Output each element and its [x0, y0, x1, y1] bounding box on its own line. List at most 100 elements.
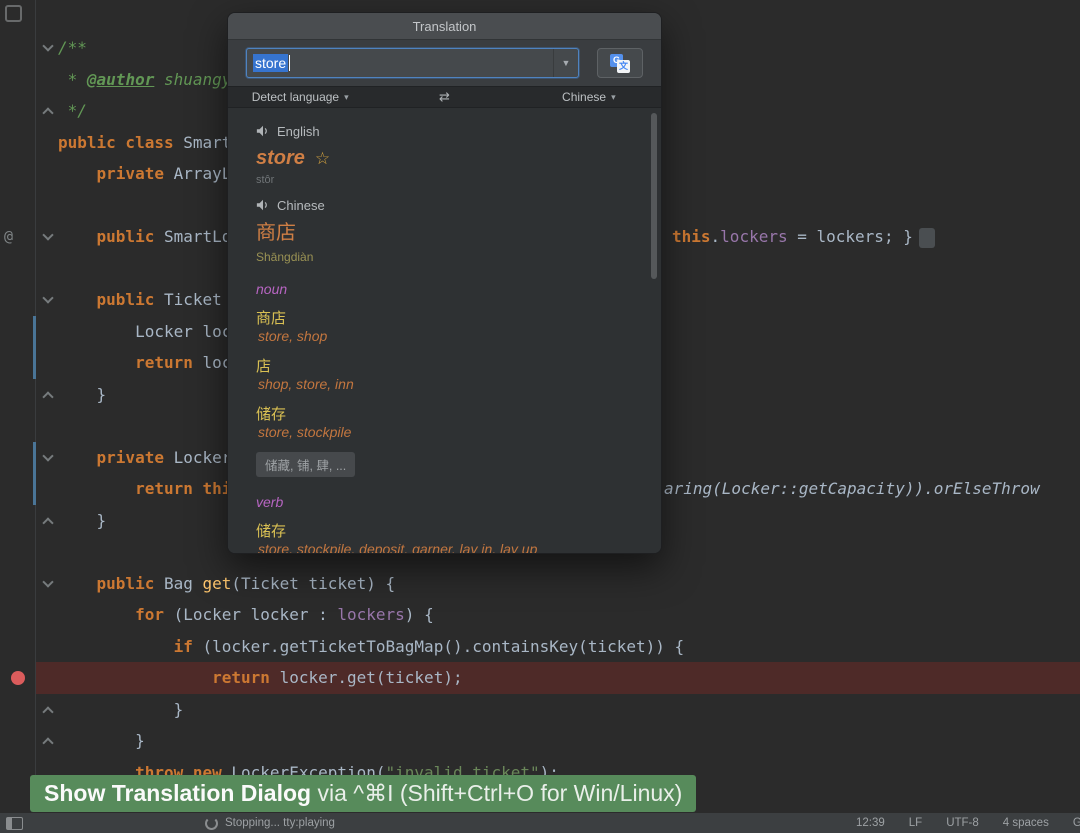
code-token: Bag	[164, 574, 203, 593]
code-line[interactable]: /**	[58, 32, 87, 64]
text-caret	[289, 55, 290, 71]
code-token: (Locker locker :	[174, 605, 338, 624]
source-language-selector[interactable]: Detect language ▾	[228, 87, 372, 107]
code-token	[58, 448, 97, 467]
tool-window-icon[interactable]	[5, 5, 22, 22]
code-token	[58, 668, 212, 687]
banner-action-name: Show Translation Dialog	[44, 780, 311, 807]
code-token: }	[58, 700, 183, 719]
breakpoint-icon[interactable]	[11, 671, 25, 685]
dict-words: store, stockpile	[256, 424, 635, 442]
background-task: Stopping... tty:playing	[205, 813, 335, 833]
status-item[interactable]: 12:39	[856, 817, 885, 829]
google-translate-icon: G 文	[610, 53, 630, 73]
tool-window-toggle-icon[interactable]	[6, 817, 23, 830]
dict-term: 储存	[256, 520, 635, 539]
speaker-icon[interactable]	[256, 124, 270, 138]
chevron-down-icon: ▾	[611, 92, 616, 103]
dict-term: 储存	[256, 403, 635, 422]
code-line[interactable]: for (Locker locker : lockers) {	[58, 599, 434, 631]
target-language-selector[interactable]: Chinese ▾	[517, 87, 661, 107]
code-line[interactable]: }	[58, 379, 106, 411]
code-token	[58, 353, 135, 372]
code-token: = lockers; }	[788, 227, 913, 246]
swap-languages-button[interactable]: ⇄	[372, 87, 516, 107]
code-token: /**	[58, 38, 87, 57]
fold-marker-icon[interactable]	[42, 105, 54, 117]
chevron-down-icon: ▼	[562, 58, 571, 68]
code-token	[58, 574, 97, 593]
code-token: }	[58, 511, 106, 530]
code-token	[58, 290, 97, 309]
source-language-row: English	[256, 122, 635, 140]
fold-marker-icon[interactable]	[42, 578, 54, 590]
translation-input-text[interactable]: store	[247, 54, 553, 72]
dict-words: store, shop	[256, 328, 635, 346]
code-line[interactable]: */	[58, 95, 87, 127]
code-line-fragment[interactable]: this.lockers = lockers; }	[672, 221, 935, 253]
target-phonetic: Shāngdiàn	[256, 250, 635, 264]
code-token: if	[174, 637, 203, 656]
code-token: get	[203, 574, 232, 593]
status-item[interactable]: Git: SmartLo	[1073, 817, 1080, 829]
code-token: *	[58, 70, 87, 89]
vcs-change-bar[interactable]	[33, 442, 36, 505]
code-line-fragment[interactable]: aring(Locker::getCapacity)).orElseThrow	[664, 473, 1040, 505]
code-token: aring(Locker::getCapacity)).orElseThrow	[664, 479, 1040, 498]
code-token: }	[58, 385, 106, 404]
dict-sections: noun商店store, shop店shop, store, inn储存stor…	[256, 281, 635, 553]
fold-marker-icon[interactable]	[42, 704, 54, 716]
code-token: @author	[87, 70, 154, 89]
input-history-dropdown-button[interactable]: ▼	[553, 49, 578, 77]
fold-marker-icon[interactable]	[42, 735, 54, 747]
dialog-scrollbar[interactable]	[651, 113, 657, 279]
fold-marker-icon[interactable]	[42, 452, 54, 464]
part-of-speech-label: noun	[256, 281, 635, 298]
status-right: 12:39 LF UTF-8 4 spaces Git: SmartLo	[856, 813, 1080, 833]
code-token: public	[97, 227, 164, 246]
code-line[interactable]: }	[58, 725, 145, 757]
source-word: store	[256, 147, 305, 170]
target-word: 商店	[256, 220, 635, 246]
speaker-icon[interactable]	[256, 198, 270, 212]
translation-input[interactable]: store ▼	[246, 48, 579, 78]
banner-shortcut-text: via ^⌘I (Shift+Ctrl+O for Win/Linux)	[311, 780, 682, 807]
favorite-star-icon[interactable]: ☆	[315, 150, 330, 167]
code-token	[58, 479, 135, 498]
code-line[interactable]: return locker.get(ticket);	[58, 662, 463, 694]
code-token: public	[97, 290, 164, 309]
code-line[interactable]: }	[58, 505, 106, 537]
fold-marker-icon[interactable]	[42, 42, 54, 54]
input-selected-text: store	[253, 54, 288, 72]
target-language-row: Chinese	[256, 196, 635, 214]
more-translations-chip[interactable]: 储藏, 铺, 肆, ...	[256, 452, 355, 477]
code-line[interactable]: }	[58, 694, 183, 726]
fold-marker-icon[interactable]	[42, 515, 54, 527]
code-token: for	[135, 605, 174, 624]
code-line[interactable]: if (locker.getTicketToBagMap().containsK…	[58, 631, 684, 663]
code-token	[58, 227, 97, 246]
annotation-gutter-icon[interactable]: @	[4, 221, 24, 253]
dialog-input-row: store ▼ G 文	[228, 40, 661, 86]
status-item[interactable]: UTF-8	[946, 817, 979, 829]
code-token: return	[135, 479, 202, 498]
status-item[interactable]: 4 spaces	[1003, 817, 1049, 829]
dict-term: 店	[256, 355, 635, 374]
code-token: .	[711, 227, 721, 246]
code-token: private	[97, 448, 174, 467]
code-token: private	[97, 164, 174, 183]
caret-block	[919, 228, 935, 248]
code-line[interactable]: public Bag get(Ticket ticket) {	[58, 568, 395, 600]
code-token: locker.get(ticket);	[280, 668, 463, 687]
status-item[interactable]: LF	[909, 817, 922, 829]
fold-marker-icon[interactable]	[42, 294, 54, 306]
fold-marker-icon[interactable]	[42, 231, 54, 243]
code-token: return	[212, 668, 279, 687]
vcs-change-bar[interactable]	[33, 316, 36, 379]
code-token: this	[672, 227, 711, 246]
code-token: (Ticket ticket) {	[231, 574, 395, 593]
translate-button[interactable]: G 文	[597, 48, 643, 78]
language-bar: Detect language ▾ ⇄ Chinese ▾	[228, 86, 661, 108]
fold-marker-icon[interactable]	[42, 389, 54, 401]
code-token: public	[97, 574, 164, 593]
